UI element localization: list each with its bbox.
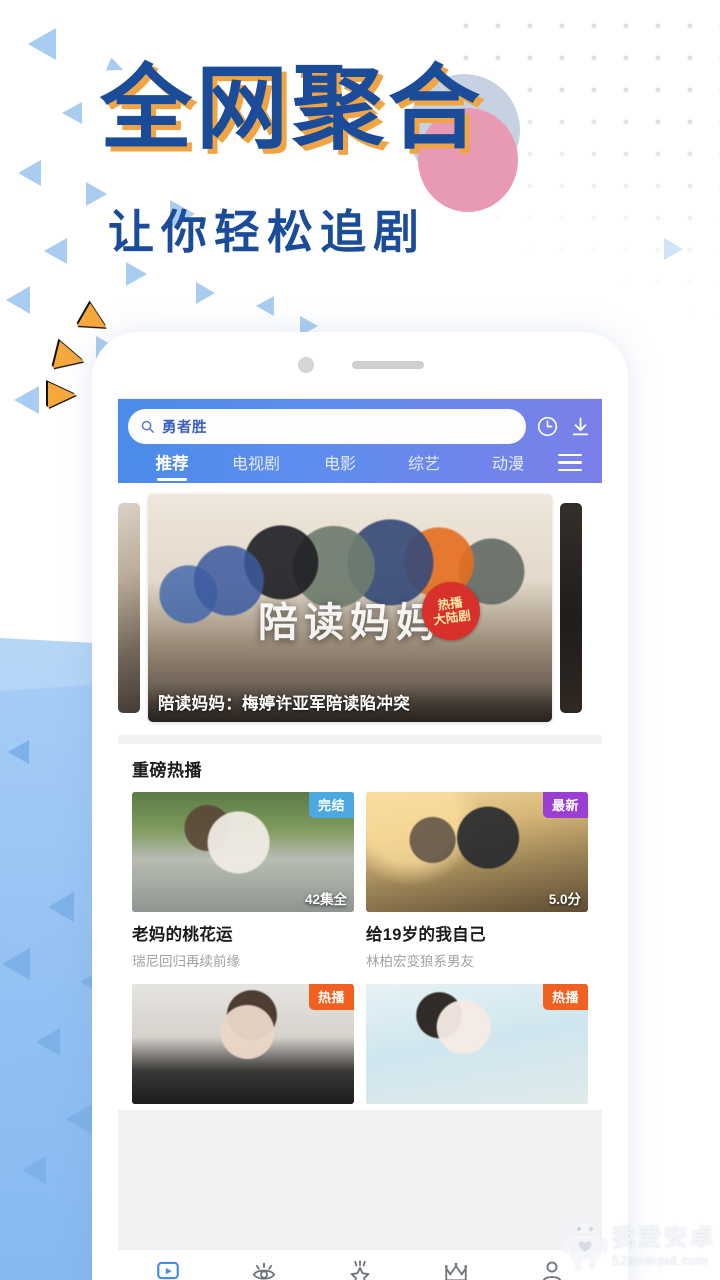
orange-arrow: [53, 341, 87, 375]
episode-count: 42集全: [304, 892, 347, 907]
bottom-navigation: 首页 看点: [118, 1249, 602, 1280]
history-icon[interactable]: [536, 415, 559, 438]
tab-anime[interactable]: 动漫: [466, 450, 550, 483]
tab-label: 综艺: [407, 456, 440, 473]
carousel-slide-active[interactable]: 陪读妈妈 热播 大陆剧 陪读妈妈：梅婷许亚军陪读陷冲突: [148, 494, 552, 722]
nav-item-ranking[interactable]: 排行榜: [408, 1259, 504, 1280]
tab-label: 推荐: [155, 455, 189, 473]
card-thumbnail: 热播: [132, 984, 354, 1104]
decor-triangle: [664, 238, 683, 260]
decor-triangle: [28, 28, 56, 60]
tab-label: 电影: [323, 456, 356, 473]
card-thumbnail: 完结 42集全: [132, 792, 354, 912]
crown-icon: [444, 1262, 468, 1280]
carousel-slide-prev[interactable]: [118, 503, 140, 713]
card-subtitle: 林柏宏变狼系男友: [366, 954, 474, 969]
decor-triangle: [126, 262, 147, 286]
dot-grid-pattern: [450, 10, 720, 320]
nav-item-topics[interactable]: 专题: [312, 1259, 408, 1280]
media-card[interactable]: 热播: [132, 984, 354, 1104]
nav-item-highlights[interactable]: 看点: [216, 1259, 312, 1280]
carousel-track: 陪读妈妈 热播 大陆剧 陪读妈妈：梅婷许亚军陪读陷冲突: [118, 491, 602, 725]
decor-triangle: [86, 182, 107, 206]
card-title: 老妈的桃花运: [132, 926, 233, 944]
watermark-url: 52android.com: [612, 1252, 709, 1268]
phone-screen: 勇者胜 推荐 电视剧 电影 综艺 动漫 陪读妈妈 热播 大陆剧 陪读妈妈：梅婷许…: [118, 398, 602, 1280]
status-badge: 完结: [308, 792, 354, 818]
section-title: 重磅热播: [132, 761, 202, 780]
category-tabs: 推荐 电视剧 电影 综艺 动漫: [128, 444, 592, 483]
tab-recommend[interactable]: 推荐: [130, 450, 214, 483]
status-badge: 最新: [542, 792, 588, 818]
phone-mockup: 勇者胜 推荐 电视剧 电影 综艺 动漫 陪读妈妈 热播 大陆剧 陪读妈妈：梅婷许…: [92, 332, 628, 1280]
decor-triangle: [170, 200, 195, 228]
app-header: 勇者胜 推荐 电视剧 电影 综艺 动漫: [118, 399, 602, 483]
promo-screenshot: 全网聚合 让你轻松追剧 勇者胜 推荐 电视剧 电影 综艺 动漫 陪读妈妈 热播 …: [0, 0, 720, 1280]
decor-triangle: [14, 386, 39, 414]
search-input-value: 勇者胜: [162, 420, 207, 436]
home-play-icon: [157, 1261, 179, 1280]
card-grid-row2: 热播 热播: [132, 984, 588, 1104]
slide-image: [118, 503, 140, 713]
tab-label: 动漫: [491, 456, 524, 473]
carousel-slide-next[interactable]: [560, 503, 582, 713]
rating-score: 5.0分: [548, 892, 581, 907]
media-card[interactable]: 热播: [366, 984, 588, 1104]
android-robot-icon: [562, 1222, 608, 1271]
slide-image: [560, 503, 582, 713]
media-card[interactable]: 完结 42集全 老妈的桃花运 瑞尼回归再续前缘: [132, 792, 354, 970]
card-subtitle: 瑞尼回归再续前缘: [132, 954, 240, 969]
tab-variety[interactable]: 综艺: [382, 450, 466, 483]
poster-title-overlay: 陪读妈妈: [258, 599, 442, 647]
decor-triangle: [2, 948, 30, 980]
status-badge: 热播: [542, 984, 588, 1010]
card-grid-row1: 完结 42集全 老妈的桃花运 瑞尼回归再续前缘 最新 5.0分 给19岁的我自己…: [132, 792, 588, 970]
decor-triangle: [196, 282, 215, 304]
decor-triangle: [18, 160, 41, 186]
decor-triangle: [36, 1028, 60, 1056]
phone-speaker-grill: [352, 361, 424, 369]
orange-arrow: [48, 382, 76, 408]
eye-icon: [252, 1262, 276, 1280]
search-icon: [141, 420, 154, 433]
hero-carousel: 陪读妈妈 热播 大陆剧 陪读妈妈：梅婷许亚军陪读陷冲突: [118, 483, 602, 735]
decor-triangle: [62, 102, 82, 124]
media-card[interactable]: 最新 5.0分 给19岁的我自己 林柏宏变狼系男友: [366, 792, 588, 970]
app-content: 陪读妈妈 热播 大陆剧 陪读妈妈：梅婷许亚军陪读陷冲突 重磅热播 完结 42集全…: [118, 483, 602, 1280]
tab-tv-series[interactable]: 电视剧: [214, 450, 298, 483]
decor-triangle: [66, 1104, 92, 1134]
search-row: 勇者胜: [128, 409, 592, 444]
hot-section: 重磅热播 完结 42集全 老妈的桃花运 瑞尼回归再续前缘 最新 5.0分 给19…: [118, 744, 602, 1110]
phone-top-bezel: [92, 332, 628, 398]
decor-triangle: [48, 892, 74, 922]
watermark-texts: 我爱安卓 52android.com: [612, 1223, 716, 1268]
hamburger-menu-icon[interactable]: [550, 453, 590, 483]
decor-triangle: [6, 286, 30, 314]
hamburger-line: [558, 453, 582, 457]
status-badge: 热播: [308, 984, 354, 1010]
star-icon: [350, 1259, 370, 1280]
decor-triangle: [8, 740, 29, 764]
tab-label: 电视剧: [231, 456, 280, 473]
card-thumbnail: 热播: [366, 984, 588, 1104]
carousel-caption: 陪读妈妈：梅婷许亚军陪读陷冲突: [148, 684, 552, 722]
card-title: 给19岁的我自己: [366, 926, 486, 944]
watermark-name: 我爱安卓: [612, 1223, 716, 1250]
hamburger-line: [558, 461, 582, 464]
nav-item-home[interactable]: 首页: [120, 1259, 216, 1280]
search-input[interactable]: 勇者胜: [128, 409, 526, 444]
decor-triangle: [22, 1156, 46, 1184]
decor-triangle: [44, 238, 67, 264]
phone-camera-dot: [298, 357, 314, 373]
decor-triangle: [105, 57, 127, 77]
card-thumbnail: 最新 5.0分: [366, 792, 588, 912]
tab-movies[interactable]: 电影: [298, 450, 382, 483]
hamburger-line: [558, 468, 582, 471]
decor-triangle: [256, 296, 274, 316]
site-watermark: 我爱安卓 52android.com: [562, 1220, 716, 1272]
download-icon[interactable]: [569, 415, 592, 438]
